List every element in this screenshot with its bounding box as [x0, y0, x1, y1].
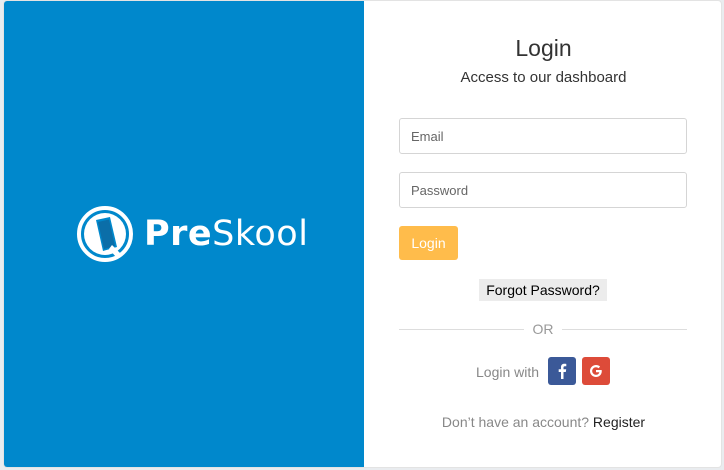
google-icon — [590, 365, 602, 377]
divider-line-right — [562, 329, 687, 330]
login-button[interactable]: Login — [399, 226, 458, 260]
book-logo-icon — [77, 206, 133, 262]
page-subtitle: Access to our dashboard — [460, 69, 627, 86]
facebook-login-button[interactable] — [548, 357, 576, 385]
password-field[interactable] — [399, 172, 687, 208]
google-login-button[interactable] — [582, 357, 610, 385]
brand-panel: PreSkool — [4, 1, 364, 467]
register-link[interactable]: Register — [593, 414, 645, 430]
login-form-panel: Login Access to our dashboard Login Forg… — [364, 1, 721, 467]
register-row: Don’t have an account? Register — [364, 414, 721, 430]
email-field[interactable] — [399, 118, 687, 154]
login-with-label: Login with — [476, 364, 540, 380]
brand-logo: PreSkool — [76, 205, 308, 263]
brand-name: PreSkool — [144, 213, 309, 254]
facebook-icon — [558, 363, 567, 379]
forgot-password-link[interactable]: Forgot Password? — [479, 279, 607, 301]
register-prompt: Don’t have an account? — [441, 414, 590, 430]
brand-name-bold: Pre — [144, 213, 213, 254]
page-title: Login — [515, 35, 572, 61]
or-divider: OR — [399, 321, 687, 337]
login-card: PreSkool Login Access to our dashboard L… — [3, 0, 722, 468]
brand-name-light: Skool — [212, 213, 309, 254]
